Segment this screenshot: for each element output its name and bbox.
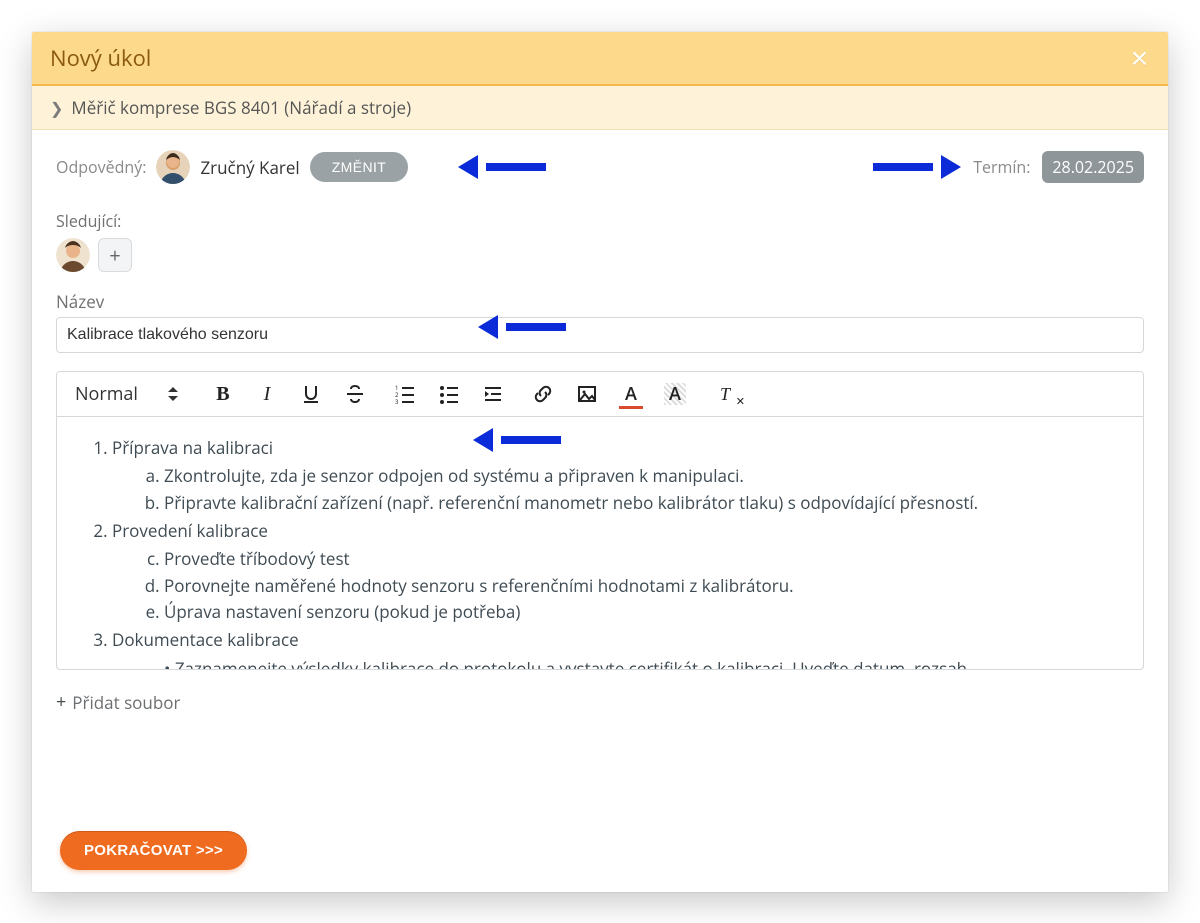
bold-button[interactable]: B: [212, 383, 234, 405]
deadline-date[interactable]: 28.02.2025: [1042, 151, 1144, 183]
list-group: 123: [394, 383, 504, 405]
editor-toolbar: Normal B I: [57, 372, 1143, 417]
continue-button[interactable]: POKRAČOVAT >>>: [60, 831, 247, 870]
highlight-button[interactable]: A: [664, 383, 686, 405]
link-button[interactable]: [532, 383, 554, 405]
list-item-title: Příprava na kalibraci: [112, 436, 273, 459]
outdent-button[interactable]: [482, 383, 504, 405]
clear-format-button[interactable]: T✕: [714, 383, 736, 405]
rich-text-editor: Normal B I: [56, 371, 1144, 670]
responsible-user-name: Zručný Karel: [200, 156, 299, 179]
list-subitem: Úprava nastavení senzoru (pokud je potře…: [164, 599, 1123, 625]
responsible-avatar[interactable]: [156, 150, 190, 184]
name-field-group: Název: [56, 290, 1144, 353]
breadcrumb[interactable]: ❯ Měřič komprese BGS 8401 (Nářadí a stro…: [32, 86, 1168, 130]
plus-icon: +: [56, 690, 66, 714]
heading-select-label: Normal: [75, 382, 138, 406]
strikethrough-button[interactable]: [344, 383, 366, 405]
responsible-row: Odpovědný: Zručný Karel ZMĚNIT Termín:: [56, 150, 1144, 184]
text-color-button[interactable]: A: [620, 383, 642, 405]
svg-text:3: 3: [395, 398, 399, 404]
list-subitem: Porovnejte naměřené hodnoty senzoru s re…: [164, 573, 1123, 599]
add-follower-button[interactable]: +: [98, 238, 132, 272]
task-name-input[interactable]: [56, 317, 1144, 353]
heading-select[interactable]: Normal: [75, 382, 184, 406]
clear-group: T✕: [714, 383, 736, 405]
insert-group: A A: [532, 383, 686, 405]
caret-sort-icon: [168, 387, 178, 401]
ordered-list-button[interactable]: 123: [394, 383, 416, 405]
annotation-arrow-icon: [478, 320, 566, 334]
editor-content[interactable]: Příprava na kalibraci Zkontrolujte, zda j…: [57, 417, 1143, 669]
italic-button[interactable]: I: [256, 383, 278, 405]
modal-title: Nový úkol: [50, 43, 151, 73]
new-task-modal: Nový úkol × ❯ Měřič komprese BGS 8401 (N…: [32, 32, 1168, 892]
image-button[interactable]: [576, 383, 598, 405]
deadline-label: Termín:: [973, 156, 1030, 178]
followers-section: Sledující: +: [56, 210, 1144, 272]
list-subitem: Zaznamenejte výsledky kalibrace do proto…: [164, 656, 1123, 669]
list-subitem: Připravte kalibrační zařízení (např. ref…: [164, 490, 1123, 516]
modal-body: Odpovědný: Zručný Karel ZMĚNIT Termín:: [32, 130, 1168, 892]
plus-icon: +: [109, 242, 120, 269]
close-icon[interactable]: ×: [1131, 43, 1148, 73]
annotation-arrow-icon: [458, 160, 546, 174]
name-label: Název: [56, 290, 1144, 313]
list-subitem: Zkontrolujte, zda je senzor odpojen od s…: [164, 463, 1123, 489]
list-item: Dokumentace kalibrace Zaznamenejte výsled…: [112, 627, 1123, 669]
breadcrumb-text: Měřič komprese BGS 8401 (Nářadí a stroje…: [71, 96, 411, 119]
followers-row: +: [56, 238, 1144, 272]
modal-header: Nový úkol ×: [32, 32, 1168, 86]
list-item: Příprava na kalibraci Zkontrolujte, zda j…: [112, 435, 1123, 516]
annotation-arrow-icon: [873, 160, 961, 174]
responsible-label: Odpovědný:: [56, 156, 146, 178]
follower-avatar[interactable]: [56, 238, 90, 272]
responsible-left: Odpovědný: Zručný Karel ZMĚNIT: [56, 150, 546, 184]
annotation-arrow-icon: [473, 433, 561, 447]
list-item-title: Provedení kalibrace: [112, 519, 268, 542]
unordered-list-button[interactable]: [438, 383, 460, 405]
followers-label: Sledující:: [56, 210, 1144, 232]
list-item-title: Dokumentace kalibrace: [112, 628, 299, 651]
underline-button[interactable]: [300, 383, 322, 405]
deadline-group: Termín: 28.02.2025: [873, 151, 1144, 183]
chevron-right-icon: ❯: [50, 97, 63, 119]
list-subitem: Proveďte tříbodový test: [164, 546, 1123, 572]
add-file-label: Přidat soubor: [72, 691, 180, 714]
change-responsible-button[interactable]: ZMĚNIT: [310, 152, 409, 182]
text-style-group: B I: [212, 383, 366, 405]
add-file-button[interactable]: + Přidat soubor: [56, 690, 180, 714]
list-item: Provedení kalibrace Proveďte tříbodový te…: [112, 518, 1123, 625]
